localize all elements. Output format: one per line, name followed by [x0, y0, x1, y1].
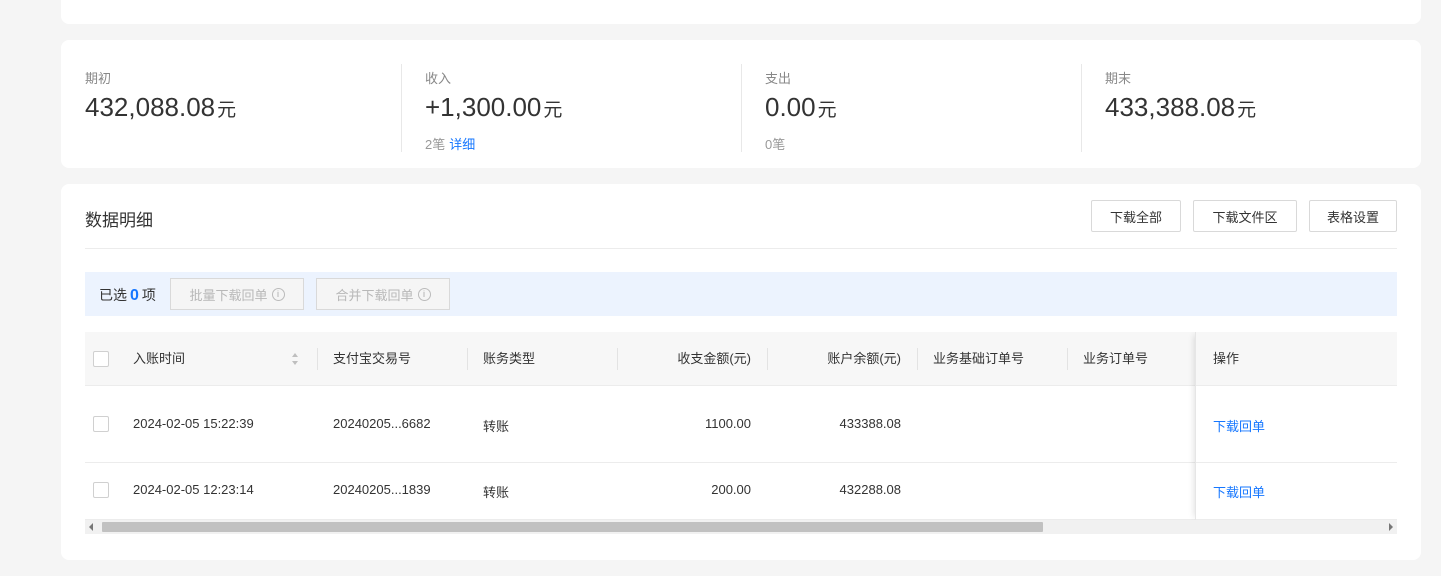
selection-text: 已选 0 项: [99, 285, 156, 305]
cell-time: 2024-02-05 12:23:14: [133, 482, 254, 497]
stat-unit: 元: [817, 100, 837, 121]
batch-download-button[interactable]: 批量下载回单 i: [170, 278, 304, 310]
col-trade-no: 支付宝交易号: [333, 351, 412, 366]
selection-suffix: 项: [141, 287, 156, 303]
cell-trade-no: 20240205...1839: [333, 482, 431, 497]
stat-unit: 元: [1237, 100, 1257, 121]
stat-label: 期初: [85, 71, 112, 86]
stat-divider: [741, 64, 742, 152]
row-checkbox[interactable]: [93, 482, 109, 498]
selection-bar: 已选 0 项 批量下载回单 i 合并下载回单 i: [85, 272, 1397, 316]
horizontal-scrollbar[interactable]: [85, 520, 1397, 534]
stat-label: 期末: [1105, 71, 1132, 86]
stat-amount-value: +1,300.00: [425, 92, 542, 122]
merge-download-label: 合并下载回单: [335, 287, 414, 303]
details-card: 数据明细 下载全部 下载文件区 表格设置 已选 0 项 批量下载回单 i 合并下载回…: [61, 184, 1421, 560]
stat-amount: 433,388.08 元: [1105, 92, 1256, 123]
sort-icon[interactable]: [291, 352, 299, 366]
stat-unit: 元: [217, 100, 237, 121]
col-separator[interactable]: [1067, 348, 1068, 370]
selection-count: 0: [130, 287, 139, 304]
col-op: 操作: [1213, 351, 1240, 366]
table-row: 2024-02-05 12:23:14 20240205...1839 转账 2…: [85, 463, 1397, 520]
info-icon: i: [271, 287, 285, 301]
stat-opening: 期初 432,088.08 元: [61, 40, 401, 168]
batch-download-label: 批量下载回单: [189, 287, 268, 303]
stat-expense: 支出 0.00 元 0笔: [741, 40, 1081, 168]
table-settings-button[interactable]: 表格设置: [1309, 200, 1397, 232]
scroll-thumb[interactable]: [102, 522, 1043, 532]
stat-amount: 0.00 元: [765, 92, 837, 123]
download-all-button[interactable]: 下载全部: [1091, 200, 1181, 232]
cell-balance: 433388.08: [839, 416, 901, 431]
merge-download-button[interactable]: 合并下载回单 i: [316, 278, 450, 310]
income-detail-link[interactable]: 详细: [449, 137, 475, 152]
col-separator[interactable]: [467, 348, 468, 370]
scroll-right-icon[interactable]: [1389, 523, 1393, 531]
expense-count: 0笔: [765, 137, 786, 152]
cell-balance: 432288.08: [839, 482, 901, 497]
stat-amount-value: 432,088.08: [85, 92, 216, 122]
table-header: 入账时间 支付宝交易号 账务类型 收支金额(元) 账户余额(元) 业务基础订单号…: [85, 332, 1397, 386]
data-table: 入账时间 支付宝交易号 账务类型 收支金额(元) 账户余额(元) 业务基础订单号…: [85, 332, 1397, 520]
stat-label: 收入: [425, 71, 452, 86]
stat-sub: 2笔 详细: [425, 134, 475, 153]
col-amount: 收支金额(元): [677, 351, 751, 366]
col-balance: 账户余额(元): [827, 351, 901, 366]
cell-amount: 1100.00: [704, 416, 751, 431]
stat-sub: 0笔: [765, 134, 785, 153]
scroll-left-icon[interactable]: [89, 523, 93, 531]
download-receipt-link[interactable]: 下载回单: [1213, 482, 1265, 501]
download-area-button[interactable]: 下载文件区: [1193, 200, 1297, 232]
row-checkbox[interactable]: [93, 416, 109, 432]
selection-prefix: 已选: [99, 287, 127, 303]
stat-amount-value: 433,388.08: [1105, 92, 1236, 122]
income-count: 2笔: [425, 137, 446, 152]
section-title: 数据明细: [85, 211, 153, 230]
stat-divider: [401, 64, 402, 152]
stat-label: 支出: [765, 71, 792, 86]
cell-type: 转账: [483, 485, 510, 500]
stat-closing: 期末 433,388.08 元: [1081, 40, 1421, 168]
cell-amount: 200.00: [711, 482, 751, 497]
summary-card: 期初 432,088.08 元 收入 +1,300.00 元 2笔 详细 支出 0.0…: [61, 40, 1421, 168]
col-separator[interactable]: [917, 348, 918, 370]
col-time[interactable]: 入账时间: [133, 332, 185, 386]
header-divider: [85, 248, 1397, 249]
cell-type: 转账: [483, 419, 510, 434]
col-separator[interactable]: [317, 348, 318, 370]
info-icon: i: [417, 287, 431, 301]
stat-amount: 432,088.08 元: [85, 92, 236, 123]
cell-time: 2024-02-05 15:22:39: [133, 416, 254, 431]
stat-amount-value: 0.00: [765, 92, 816, 122]
select-all-checkbox[interactable]: [93, 351, 109, 367]
stat-unit: 元: [543, 100, 563, 121]
cell-trade-no: 20240205...6682: [333, 416, 431, 431]
col-order: 业务订单号: [1083, 351, 1149, 366]
stat-income: 收入 +1,300.00 元 2笔 详细: [401, 40, 741, 168]
table-row: 2024-02-05 15:22:39 20240205...6682 转账 1…: [85, 386, 1397, 463]
col-base-order: 业务基础订单号: [933, 351, 1025, 366]
col-type: 账务类型: [483, 351, 536, 366]
stat-divider: [1081, 64, 1082, 152]
download-receipt-link[interactable]: 下载回单: [1213, 416, 1265, 435]
top-card: [61, 0, 1421, 24]
stat-amount: +1,300.00 元: [425, 92, 562, 123]
